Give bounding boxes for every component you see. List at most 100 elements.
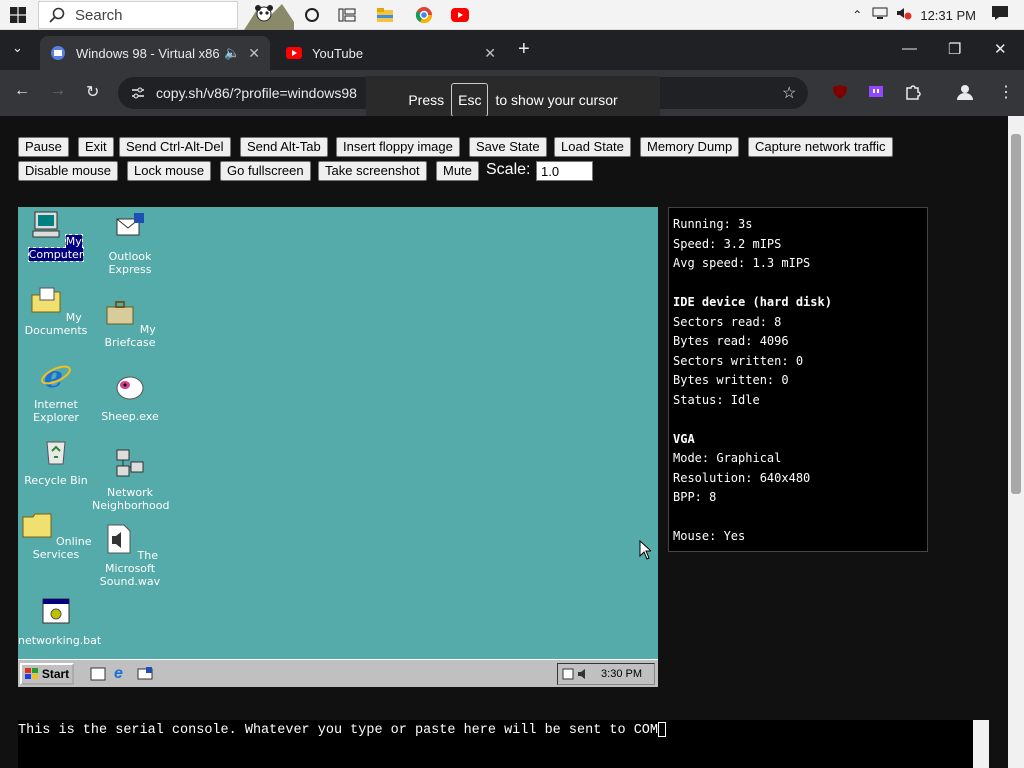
desktop-icon-network-neighborhood[interactable]: Network Neighborhood [92, 447, 169, 512]
emulator-stats-panel: Running: 3s Speed: 3.2 mIPS Avg speed: 1… [668, 207, 928, 552]
emulator-screen[interactable]: My Computer Outlook Express My Documents… [18, 207, 658, 687]
close-window-icon[interactable]: ✕ [994, 40, 1007, 58]
quicklaunch-desktop-icon[interactable] [90, 666, 106, 687]
lock-mouse-button[interactable]: Lock mouse [127, 161, 212, 181]
pause-button[interactable]: Pause [18, 137, 69, 157]
desktop-icon-outlook-express[interactable]: Outlook Express [92, 211, 168, 276]
computer-icon [32, 211, 60, 238]
stat-mouse: Mouse: Yes [673, 529, 746, 543]
reload-icon[interactable]: ↻ [86, 82, 99, 102]
win98-start-button[interactable]: Start [20, 663, 74, 685]
desktop-icon-my-briefcase[interactable]: My Briefcase [92, 297, 168, 349]
close-tab-icon[interactable]: ✕ [248, 45, 260, 62]
exit-button[interactable]: Exit [78, 137, 114, 157]
youtube-taskbar-icon[interactable] [450, 5, 470, 25]
send-alt-tab-button[interactable]: Send Alt-Tab [240, 137, 328, 157]
win98-taskbar: Start e 3:30 PM [18, 659, 658, 687]
go-fullscreen-button[interactable]: Go fullscreen [220, 161, 311, 181]
insert-floppy-button[interactable]: Insert floppy image [336, 137, 460, 157]
win98-logo-icon [24, 668, 38, 679]
ublock-extension-icon[interactable] [832, 84, 848, 105]
scale-label: Scale: [486, 161, 531, 178]
memory-dump-button[interactable]: Memory Dump [640, 137, 740, 157]
tab-audio-icon[interactable]: 🔈 [224, 45, 240, 61]
desktop-icon-internet-explorer[interactable]: e Internet Explorer [18, 359, 94, 424]
folder-icon [22, 513, 51, 538]
tab-title: Windows 98 - Virtual x86 [76, 45, 220, 61]
chevron-up-icon[interactable]: ⌃ [852, 8, 862, 22]
twitch-extension-icon[interactable] [868, 84, 884, 105]
restore-icon[interactable]: ❐ [948, 40, 961, 58]
stat-running: Running: 3s [673, 217, 753, 231]
scrollbar-thumb[interactable] [1011, 134, 1021, 494]
desktop-icon-microsoft-sound[interactable]: The Microsoft Sound.wav [92, 523, 168, 588]
serial-console[interactable]: This is the serial console. Whatever you… [18, 720, 973, 768]
stat-bytes-read: Bytes read: 4096 [673, 334, 789, 348]
extensions-puzzle-icon[interactable] [904, 83, 922, 106]
desktop-icon-online-services[interactable]: Online Services [18, 509, 94, 561]
profile-avatar-icon[interactable] [956, 83, 974, 106]
mouse-cursor-icon [639, 540, 651, 560]
close-tab-icon[interactable]: ✕ [484, 45, 496, 62]
quicklaunch-outlook-icon[interactable] [137, 666, 153, 687]
windows-start-button[interactable] [0, 0, 36, 30]
serial-console-text: This is the serial console. Whatever you… [18, 723, 659, 739]
site-info-icon[interactable] [130, 85, 146, 101]
ide-header: IDE device (hard disk) [673, 295, 832, 309]
save-state-button[interactable]: Save State [469, 137, 547, 157]
bookmark-star-icon[interactable]: ☆ [782, 83, 796, 103]
quicklaunch-ie-icon[interactable]: e [114, 665, 123, 683]
desktop-icon-my-computer[interactable]: My Computer [18, 209, 94, 262]
file-explorer-icon[interactable] [375, 5, 395, 25]
minimize-icon[interactable]: — [902, 40, 917, 57]
hint-text-before: Press [408, 92, 445, 108]
stat-status: Status: Idle [673, 392, 760, 407]
cortana-icon[interactable] [302, 5, 322, 25]
chrome-icon[interactable] [414, 5, 434, 25]
stat-bytes-written: Bytes written: 0 [673, 373, 789, 387]
network-icon[interactable] [872, 6, 888, 25]
volume-muted-icon[interactable] [896, 6, 912, 25]
ie-icon: e [41, 360, 71, 395]
taskbar-clock[interactable]: 12:31 PM [920, 8, 976, 23]
windows-logo-icon [10, 7, 26, 23]
tab-windows98[interactable]: Windows 98 - Virtual x86 🔈 ✕ [40, 36, 270, 70]
stat-sectors-written: Sectors written: 0 [673, 353, 804, 368]
notifications-icon[interactable] [992, 5, 1008, 25]
desktop-icon-networking-bat[interactable]: networking.bat [18, 595, 101, 647]
stat-speed: Speed: 3.2 mIPS [673, 236, 782, 251]
task-view-icon[interactable] [337, 5, 357, 25]
take-screenshot-button[interactable]: Take screenshot [318, 161, 427, 181]
outlook-icon [116, 213, 144, 236]
tab-youtube[interactable]: YouTube ✕ [276, 36, 506, 70]
stat-resolution: Resolution: 640x480 [673, 470, 811, 485]
taskbar-search-box[interactable]: Search [38, 1, 238, 29]
desktop-icon-sheep[interactable]: Sheep.exe [92, 371, 168, 423]
serial-console-scrollbar[interactable] [973, 720, 989, 768]
new-tab-icon[interactable]: + [518, 38, 530, 61]
start-label: Start [41, 667, 70, 681]
hint-text-after: to show your cursor [495, 92, 618, 108]
win98-clock[interactable]: 3:30 PM [601, 668, 642, 680]
page-scrollbar[interactable] [1008, 116, 1024, 768]
back-icon[interactable]: ← [14, 82, 30, 100]
scale-input[interactable] [536, 161, 593, 181]
mute-button[interactable]: Mute [436, 161, 479, 181]
desktop-icon-my-documents[interactable]: My Documents [18, 285, 94, 337]
url-text: copy.sh/v86/?profile=windows98 [156, 85, 357, 101]
stat-bpp: BPP: 8 [673, 490, 717, 504]
send-ctrl-alt-del-button[interactable]: Send Ctrl-Alt-Del [119, 137, 231, 157]
desktop-icon-recycle-bin[interactable]: Recycle Bin [18, 435, 94, 487]
disable-mouse-button[interactable]: Disable mouse [18, 161, 118, 181]
text-cursor [658, 722, 667, 737]
forward-icon[interactable]: → [50, 82, 66, 100]
win98-tray-icons[interactable] [562, 667, 592, 684]
tab-title: YouTube [312, 45, 364, 61]
capture-network-button[interactable]: Capture network traffic [748, 137, 893, 157]
browser-tab-strip: ⌄ Windows 98 - Virtual x86 🔈 ✕ YouTube ✕… [0, 30, 1024, 70]
load-state-button[interactable]: Load State [554, 137, 631, 157]
menu-kebab-icon[interactable]: ⋮ [998, 82, 1014, 102]
tab-search-chevron-icon[interactable]: ⌄ [12, 40, 23, 56]
bat-file-icon [42, 598, 70, 624]
v86-favicon-icon [51, 46, 65, 60]
